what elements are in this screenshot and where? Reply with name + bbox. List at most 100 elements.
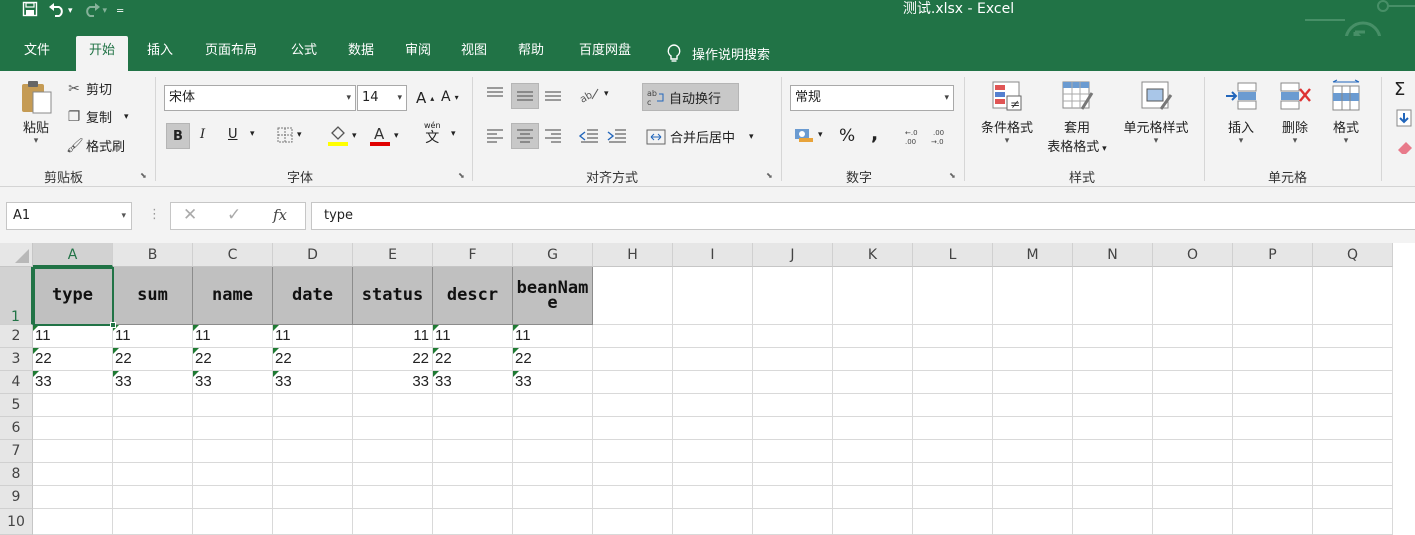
empty-cell[interactable]: [753, 417, 833, 440]
data-cell[interactable]: 11: [273, 325, 353, 348]
data-cell[interactable]: 22: [193, 348, 273, 371]
column-header-e[interactable]: E: [353, 243, 433, 267]
select-all-button[interactable]: [0, 243, 33, 267]
empty-cell[interactable]: [913, 348, 993, 371]
data-cell[interactable]: 22: [513, 348, 593, 371]
empty-cell[interactable]: [833, 371, 913, 394]
empty-cell[interactable]: [673, 440, 753, 463]
empty-cell[interactable]: [433, 509, 513, 535]
empty-cell[interactable]: [833, 348, 913, 371]
empty-cell[interactable]: [1073, 486, 1153, 509]
empty-cell[interactable]: [1073, 509, 1153, 535]
empty-cell[interactable]: [593, 325, 673, 348]
empty-cell[interactable]: [673, 267, 753, 325]
empty-cell[interactable]: [1153, 509, 1233, 535]
row-header-9[interactable]: 9: [0, 486, 33, 509]
resize-handle-icon[interactable]: ⋮: [148, 207, 161, 222]
row-header-4[interactable]: 4: [0, 371, 33, 394]
percent-button[interactable]: %: [839, 126, 855, 146]
row-header-7[interactable]: 7: [0, 440, 33, 463]
empty-cell[interactable]: [753, 267, 833, 325]
empty-cell[interactable]: [113, 394, 193, 417]
column-header-i[interactable]: I: [673, 243, 753, 267]
data-cell[interactable]: 33: [513, 371, 593, 394]
empty-cell[interactable]: [673, 394, 753, 417]
empty-cell[interactable]: [353, 486, 433, 509]
data-cell[interactable]: 11: [113, 325, 193, 348]
column-header-j[interactable]: J: [753, 243, 833, 267]
empty-cell[interactable]: [753, 463, 833, 486]
empty-cell[interactable]: [673, 417, 753, 440]
empty-cell[interactable]: [33, 509, 113, 535]
empty-cell[interactable]: [193, 417, 273, 440]
row-header-5[interactable]: 5: [0, 394, 33, 417]
data-cell[interactable]: 33: [193, 371, 273, 394]
empty-cell[interactable]: [1233, 325, 1313, 348]
empty-cell[interactable]: [513, 509, 593, 535]
empty-cell[interactable]: [1153, 267, 1233, 325]
increase-indent-button[interactable]: [606, 127, 628, 145]
empty-cell[interactable]: [993, 486, 1073, 509]
merge-center-button[interactable]: 合并后居中 ▾: [646, 127, 754, 146]
comma-button[interactable]: ,: [871, 123, 878, 145]
empty-cell[interactable]: [433, 417, 513, 440]
data-cell[interactable]: 11: [513, 325, 593, 348]
empty-cell[interactable]: [1073, 417, 1153, 440]
empty-cell[interactable]: [1313, 267, 1393, 325]
empty-cell[interactable]: [753, 394, 833, 417]
empty-cell[interactable]: [913, 394, 993, 417]
empty-cell[interactable]: [1073, 463, 1153, 486]
empty-cell[interactable]: [1233, 463, 1313, 486]
empty-cell[interactable]: [913, 509, 993, 535]
empty-cell[interactable]: [1313, 509, 1393, 535]
empty-cell[interactable]: [593, 486, 673, 509]
empty-cell[interactable]: [1233, 440, 1313, 463]
empty-cell[interactable]: [1233, 417, 1313, 440]
empty-cell[interactable]: [913, 371, 993, 394]
data-cell[interactable]: 11: [33, 325, 113, 348]
data-cell[interactable]: 22: [353, 348, 433, 371]
empty-cell[interactable]: [593, 417, 673, 440]
tab-help[interactable]: 帮助: [507, 36, 555, 71]
align-left-button[interactable]: [484, 127, 506, 145]
header-cell-descr[interactable]: descr: [433, 267, 513, 325]
empty-cell[interactable]: [833, 325, 913, 348]
empty-cell[interactable]: [273, 463, 353, 486]
align-center-button[interactable]: [511, 123, 539, 149]
underline-dropdown-icon[interactable]: ▾: [250, 129, 255, 139]
font-color-button[interactable]: A ▾: [370, 125, 399, 147]
empty-cell[interactable]: [353, 394, 433, 417]
empty-cell[interactable]: [273, 440, 353, 463]
tab-insert[interactable]: 插入: [136, 36, 184, 71]
tab-view[interactable]: 视图: [450, 36, 498, 71]
empty-cell[interactable]: [593, 509, 673, 535]
empty-cell[interactable]: [993, 348, 1073, 371]
empty-cell[interactable]: [1073, 371, 1153, 394]
empty-cell[interactable]: [1073, 348, 1153, 371]
empty-cell[interactable]: [673, 463, 753, 486]
data-cell[interactable]: 33: [113, 371, 193, 394]
formula-input[interactable]: type: [311, 202, 1415, 230]
empty-cell[interactable]: [113, 417, 193, 440]
empty-cell[interactable]: [993, 509, 1073, 535]
empty-cell[interactable]: [113, 486, 193, 509]
empty-cell[interactable]: [753, 486, 833, 509]
fill-color-button[interactable]: ▾: [328, 125, 357, 147]
empty-cell[interactable]: [593, 267, 673, 325]
empty-cell[interactable]: [193, 486, 273, 509]
empty-cell[interactable]: [33, 440, 113, 463]
format-as-table-button[interactable]: 套用 表格格式 ▾: [1040, 79, 1114, 155]
column-header-k[interactable]: K: [833, 243, 913, 267]
column-header-m[interactable]: M: [993, 243, 1073, 267]
empty-cell[interactable]: [753, 509, 833, 535]
empty-cell[interactable]: [593, 371, 673, 394]
empty-cell[interactable]: [1153, 325, 1233, 348]
empty-cell[interactable]: [913, 267, 993, 325]
empty-cell[interactable]: [1073, 325, 1153, 348]
empty-cell[interactable]: [1313, 348, 1393, 371]
column-header-f[interactable]: F: [433, 243, 513, 267]
empty-cell[interactable]: [1073, 267, 1153, 325]
column-header-b[interactable]: B: [113, 243, 193, 267]
empty-cell[interactable]: [833, 394, 913, 417]
tab-formulas[interactable]: 公式: [280, 36, 328, 71]
